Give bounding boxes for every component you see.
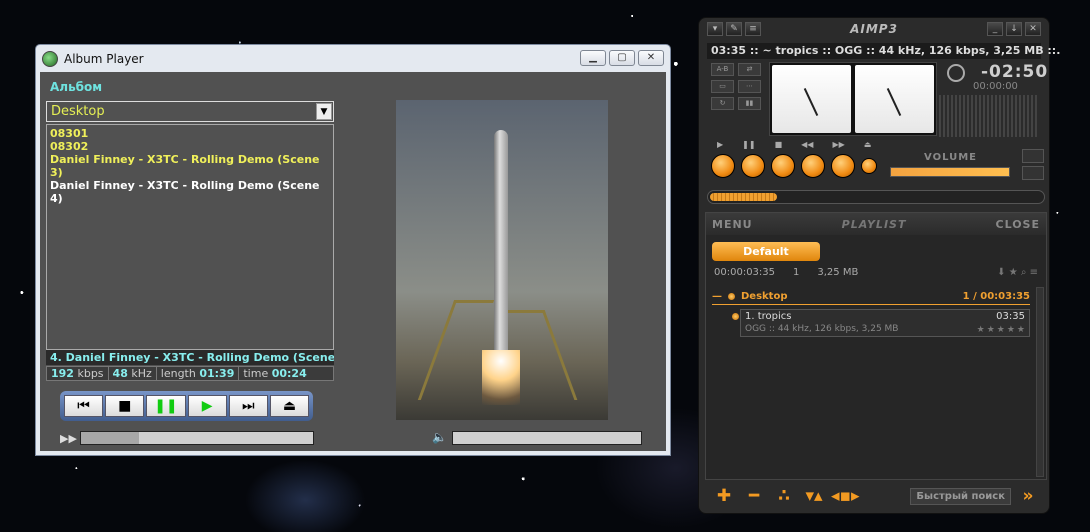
transport-controls: ⏮ ■ ❚❚ ▶ ⏭ ⏏ [60, 391, 313, 421]
title-bar: Album Player [36, 45, 670, 72]
eq-button[interactable] [1022, 149, 1044, 163]
track-list[interactable]: 08301 08302 Daniel Finney - X3TC - Rolling… [46, 124, 334, 350]
close-button[interactable]: ✕ [1025, 22, 1041, 36]
time-display[interactable]: -02:50 [981, 62, 1048, 82]
playlist-panel: MENU PLAYLIST CLOSE Default 00:00:03:35 1… [705, 212, 1047, 480]
shuffle-icon[interactable]: ⇄ [738, 63, 761, 76]
eject-button[interactable] [861, 158, 877, 174]
pause-button[interactable]: ❚❚ [146, 395, 186, 417]
playlist-track[interactable]: 1. tropics 03:35 OGG :: 44 kHz, 126 kbps,… [740, 309, 1030, 337]
volume-label: VOLUME [924, 152, 977, 163]
next-button[interactable]: ⏭ [228, 395, 268, 417]
rating-stars-icon[interactable]: ★★★★★ [977, 325, 1027, 335]
playlist-tools-icon[interactable]: ⬇ ★ ⌕ ≡ [997, 267, 1038, 278]
playlist-title: PLAYLIST [841, 217, 907, 231]
aimp-logo: AIMP3 [850, 22, 898, 36]
repeat-icon[interactable]: A-B [711, 63, 734, 76]
playlist-summary: 00:00:03:35 1 3,25 MB [714, 267, 859, 278]
spectrum-analyzer [939, 95, 1039, 137]
stop-button[interactable]: ■ [105, 395, 145, 417]
app-logo-icon [42, 50, 58, 67]
window-title: Album Player [64, 51, 144, 66]
album-player-window: Album Player ▁ ▢ ✕ Альбом Desktop ▼ 08301… [35, 44, 671, 456]
folder-icon[interactable]: ▭ [711, 80, 734, 93]
chevron-down-icon[interactable]: ▼ [316, 103, 332, 120]
album-select[interactable]: Desktop ▼ [46, 101, 334, 122]
track-info-bar: 192 kbps 48 kHz length 01:39 time 00:24 [46, 366, 334, 381]
playlist-toggle-button[interactable] [1022, 166, 1044, 180]
vu-meter [769, 62, 937, 136]
volume-slider[interactable] [452, 431, 642, 445]
pause-button[interactable] [741, 154, 765, 178]
seek-bar[interactable] [80, 431, 314, 445]
options-icon[interactable]: ≡ [745, 22, 761, 36]
list-item[interactable]: 08302 [50, 140, 330, 153]
loop-icon[interactable]: ↻ [711, 97, 734, 110]
tab-default[interactable]: Default [712, 242, 820, 261]
next-button[interactable] [831, 154, 855, 178]
pin-icon[interactable]: ✎ [726, 22, 742, 36]
total-time: 00:00:00 [973, 81, 1018, 92]
play-button[interactable] [711, 154, 735, 178]
add-icon[interactable]: ✚ [711, 486, 737, 506]
playlist-nav-icon[interactable]: ◂▪▸ [831, 486, 860, 506]
list-item[interactable]: Daniel Finney - X3TC - Rolling Demo (Sce… [50, 179, 330, 205]
album-art [396, 100, 608, 420]
play-button[interactable]: ▶ [187, 395, 227, 417]
menu-button[interactable]: MENU [712, 218, 753, 231]
volume-slider[interactable] [890, 167, 1010, 177]
playlist-group[interactable]: — Desktop 1 / 00:03:35 [712, 289, 1030, 305]
tray-button[interactable]: ↓ [1006, 22, 1022, 36]
previous-button[interactable]: ⏮ [64, 395, 104, 417]
power-icon[interactable] [947, 64, 965, 82]
album-label: Альбом [50, 80, 103, 94]
aimp-window: ▾ ✎ ≡ AIMP3 _ ↓ ✕ 03:35 :: ~ tropics :: … [698, 17, 1060, 514]
list-item[interactable]: Daniel Finney - X3TC - Rolling Demo (Sce… [50, 153, 330, 179]
sort-icon[interactable]: ▾▴ [801, 486, 827, 506]
minimize-button[interactable]: _ [987, 22, 1003, 36]
fast-forward-icon: ▶▶ [60, 432, 77, 445]
eq-icon[interactable]: ⋯ [738, 80, 761, 93]
minimize-button[interactable]: ▁ [580, 50, 606, 66]
progress-bar[interactable] [707, 190, 1045, 204]
playing-indicator-icon [732, 313, 739, 320]
select-icon[interactable]: ∴ [771, 486, 797, 506]
scrollbar[interactable] [1036, 287, 1044, 477]
search-go-icon[interactable]: » [1015, 486, 1041, 506]
stop-button[interactable] [771, 154, 795, 178]
eject-button[interactable]: ⏏ [269, 395, 310, 417]
previous-button[interactable] [801, 154, 825, 178]
quick-search-input[interactable]: Быстрый поиск [910, 487, 1011, 505]
bars-icon[interactable]: ▮▮ [738, 97, 761, 110]
close-playlist-button[interactable]: CLOSE [996, 218, 1040, 231]
now-playing: 4. Daniel Finney - X3TC - Rolling Demo (… [46, 350, 334, 365]
maximize-button[interactable]: ▢ [609, 50, 635, 66]
list-item[interactable]: 08301 [50, 127, 330, 140]
remove-icon[interactable]: ━ [741, 486, 767, 506]
close-button[interactable]: ✕ [638, 50, 664, 66]
speaker-icon: 🔈 [432, 430, 447, 444]
info-ticker: 03:35 :: ~ tropics :: OGG :: 44 kHz, 126… [707, 43, 1060, 59]
menu-icon[interactable]: ▾ [707, 22, 723, 36]
